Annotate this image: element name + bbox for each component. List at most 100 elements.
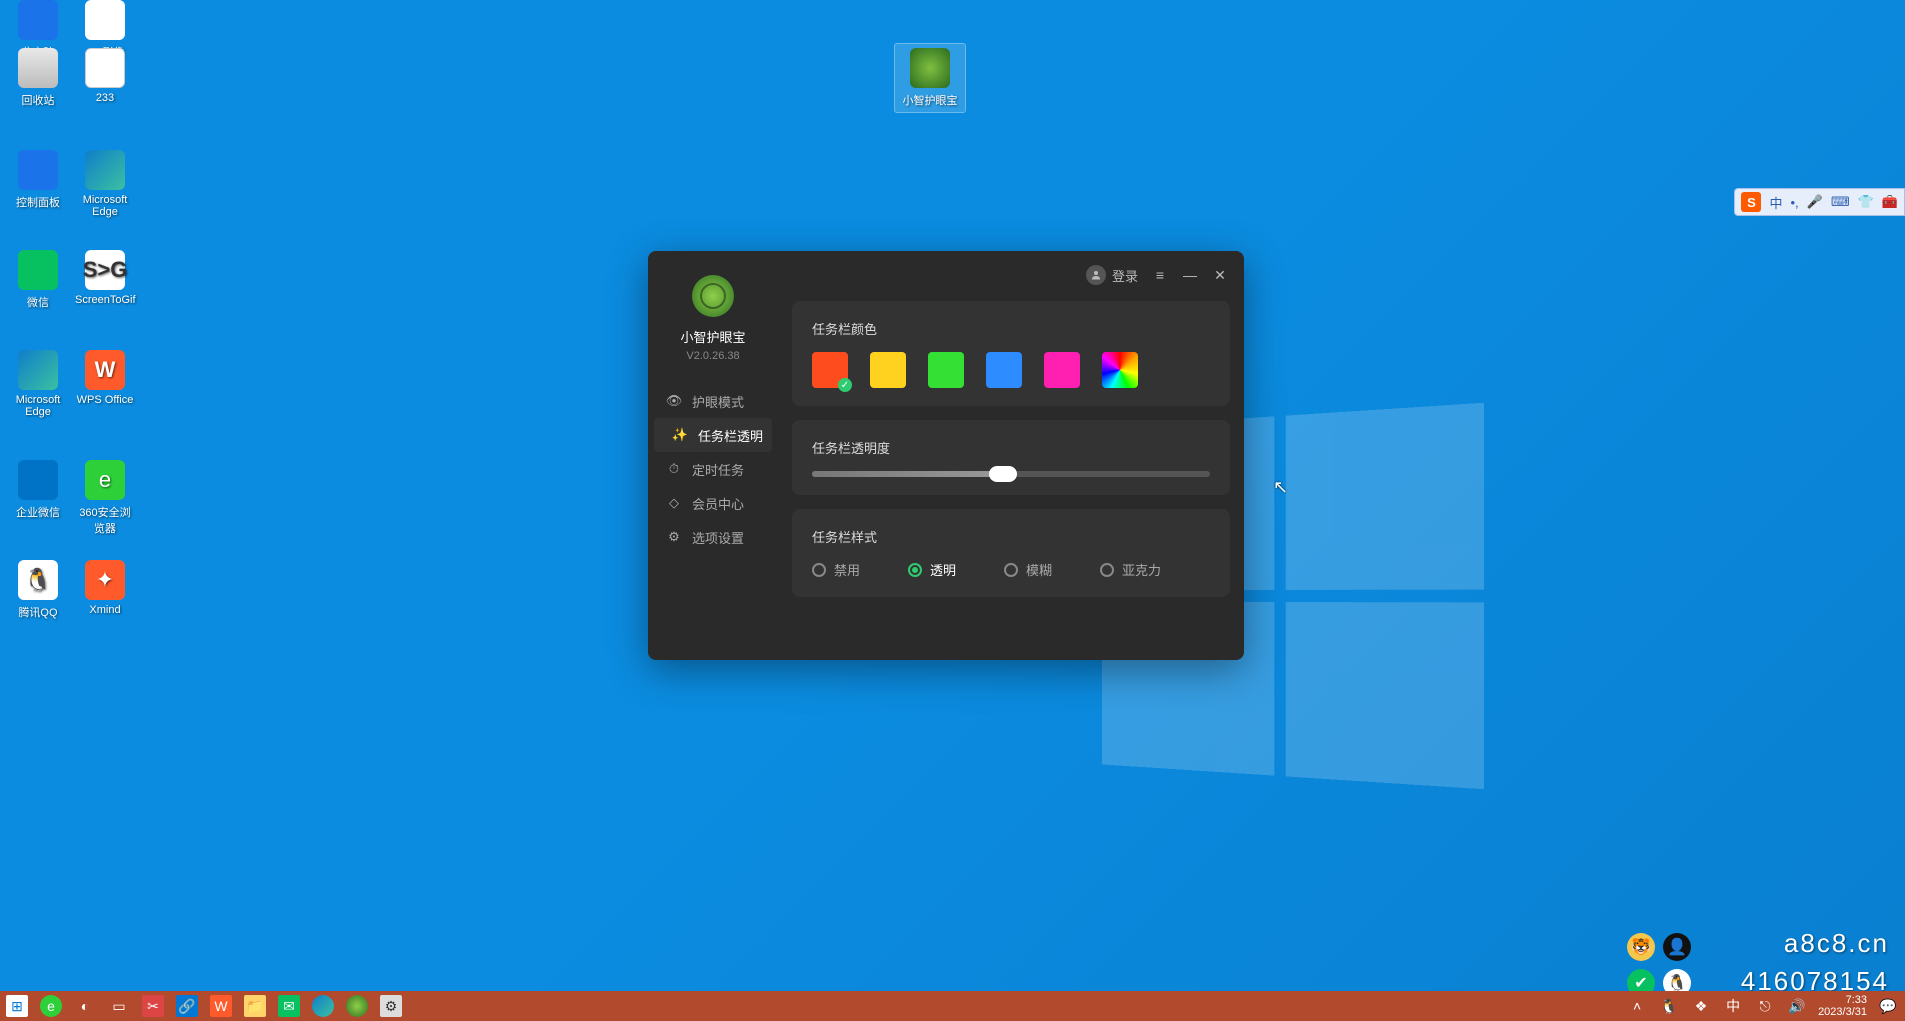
- desktop-icon[interactable]: 233: [75, 48, 135, 104]
- watermark-badge: 🐯: [1627, 933, 1655, 961]
- nav-item-0[interactable]: 👁 护眼模式: [648, 384, 778, 418]
- desktop-icon[interactable]: S>GScreenToGif: [75, 250, 135, 306]
- desktop-icon[interactable]: 回收站: [8, 48, 68, 108]
- desktop-icon[interactable]: 企业微信: [8, 460, 68, 520]
- app-icon: [85, 150, 125, 190]
- desktop-icon-label: 233: [75, 92, 135, 104]
- tray-chevron-up-icon[interactable]: ˄: [1626, 995, 1648, 1017]
- user-icon: [1086, 265, 1106, 285]
- nav-item-3[interactable]: ◇会员中心: [648, 486, 778, 520]
- app-logo-icon: [910, 48, 950, 88]
- color-swatch-1[interactable]: [870, 352, 906, 388]
- desktop-icon-label: Microsoft Edge: [75, 194, 135, 218]
- taskbar-clock[interactable]: 7:33 2023/3/31: [1818, 994, 1867, 1018]
- desktop-icon[interactable]: 🐧 腾讯QQ: [8, 560, 68, 620]
- taskbar-app-360[interactable]: e: [40, 995, 62, 1017]
- taskbar-app-cortana[interactable]: ◐: [74, 995, 96, 1017]
- desktop-icon[interactable]: W WPS Office: [75, 350, 135, 406]
- ime-punct-icon[interactable]: •,: [1791, 195, 1799, 210]
- nav-item-4[interactable]: ⚙选项设置: [648, 520, 778, 554]
- tray-icon[interactable]: ⎋: [1754, 995, 1776, 1017]
- style-radio-3[interactable]: 亚克力: [1100, 560, 1161, 579]
- app-icon: [18, 350, 58, 390]
- app-icon: [18, 150, 58, 190]
- taskbar-app-edge[interactable]: [312, 995, 334, 1017]
- radio-label: 亚克力: [1122, 560, 1161, 579]
- app-icon: [85, 48, 125, 88]
- nav-item-1[interactable]: ✨ 任务栏透明: [654, 418, 772, 452]
- taskbar-app-snip[interactable]: ✂: [142, 995, 164, 1017]
- desktop-icon[interactable]: 微信: [8, 250, 68, 310]
- start-button[interactable]: ⊞: [6, 995, 28, 1017]
- app-icon: S>G: [85, 250, 125, 290]
- watermark-badge: 👤: [1663, 933, 1691, 961]
- style-radio-1[interactable]: 透明: [908, 560, 956, 579]
- nav-icon: ✨: [672, 427, 688, 443]
- section-title: 任务栏样式: [812, 527, 1210, 546]
- taskbar-app-xiaozhi[interactable]: [346, 995, 368, 1017]
- sidebar-nav: 👁 护眼模式✨ 任务栏透明 ⏱定时任务◇会员中心⚙选项设置: [648, 384, 778, 554]
- desktop-icon-xiaozhi[interactable]: 小智护眼宝: [895, 44, 965, 112]
- tray-icon[interactable]: ❖: [1690, 995, 1712, 1017]
- desktop-icon-label: Xmind: [75, 604, 135, 616]
- menu-icon[interactable]: ≡: [1152, 267, 1168, 283]
- opacity-slider[interactable]: [812, 471, 1210, 477]
- ime-skin-icon[interactable]: 👕: [1858, 194, 1874, 210]
- style-radio-2[interactable]: 模糊: [1004, 560, 1052, 579]
- color-swatch-3[interactable]: [986, 352, 1022, 388]
- desktop-icon-label: 小智护眼宝: [899, 92, 961, 108]
- app-icon: [18, 250, 58, 290]
- desktop-icon-label: 腾讯QQ: [8, 604, 68, 620]
- nav-label: 护眼模式: [692, 392, 744, 411]
- ime-tool-icon[interactable]: 🧰: [1882, 194, 1898, 210]
- taskbar-app-wps[interactable]: W: [210, 995, 232, 1017]
- close-icon[interactable]: ✕: [1212, 267, 1228, 284]
- login-button[interactable]: 登录: [1086, 265, 1138, 285]
- nav-label: 任务栏透明: [698, 426, 763, 445]
- tray-volume-icon[interactable]: 🔊: [1786, 995, 1808, 1017]
- tray-icon[interactable]: 🐧: [1658, 995, 1680, 1017]
- color-swatch-4[interactable]: [1044, 352, 1080, 388]
- taskbar-app-explorer[interactable]: 📁: [244, 995, 266, 1017]
- section-taskbar-opacity: 任务栏透明度: [792, 420, 1230, 495]
- section-title: 任务栏透明度: [812, 438, 1210, 457]
- minimize-icon[interactable]: —: [1182, 267, 1198, 283]
- desktop-icon[interactable]: 控制面板: [8, 150, 68, 210]
- taskbar-app-settings[interactable]: ⚙: [380, 995, 402, 1017]
- taskbar-app-taskview[interactable]: ▭: [108, 995, 130, 1017]
- ime-keyboard-icon[interactable]: ⌨: [1831, 194, 1850, 210]
- notifications-icon[interactable]: 💬: [1877, 995, 1899, 1017]
- app-icon: W: [85, 350, 125, 390]
- desktop-icon[interactable]: e360安全浏览器: [75, 460, 135, 536]
- color-swatch-2[interactable]: [928, 352, 964, 388]
- color-swatch-0[interactable]: [812, 352, 848, 388]
- nav-item-2[interactable]: ⏱定时任务: [648, 452, 778, 486]
- desktop-icon-label: Microsoft Edge: [8, 394, 68, 418]
- tray-ime[interactable]: 中: [1722, 995, 1744, 1017]
- slider-thumb[interactable]: [989, 466, 1017, 482]
- taskbar-app-wechat[interactable]: ✉: [278, 995, 300, 1017]
- ime-mic-icon[interactable]: 🎤: [1807, 194, 1823, 210]
- desktop-icon-label: WPS Office: [75, 394, 135, 406]
- app-icon: [18, 460, 58, 500]
- desktop-icon[interactable]: Microsoft Edge: [75, 150, 135, 218]
- desktop-icon[interactable]: Microsoft Edge: [8, 350, 68, 418]
- app-icon: 🐧: [18, 560, 58, 600]
- desktop-icon[interactable]: ✦Xmind: [75, 560, 135, 616]
- app-window: 小智护眼宝 V2.0.26.38 👁护眼模式✨任务栏透明⏱定时任务◇会员中心⚙选…: [648, 251, 1244, 660]
- radio-dot-icon: [1100, 563, 1114, 577]
- nav-icon: ⚙: [666, 529, 682, 545]
- style-radio-0[interactable]: 禁用: [812, 560, 860, 579]
- ime-lang[interactable]: 中: [1769, 193, 1782, 212]
- nav-icon: 👁: [666, 393, 682, 409]
- app-icon: [85, 0, 125, 40]
- desktop-icon-label: 回收站: [8, 92, 68, 108]
- ime-toolbar[interactable]: S 中 •, 🎤 ⌨ 👕 🧰: [1734, 188, 1905, 216]
- taskbar-app-link[interactable]: 🔗: [176, 995, 198, 1017]
- app-sidebar: 小智护眼宝 V2.0.26.38 👁护眼模式✨任务栏透明⏱定时任务◇会员中心⚙选…: [648, 251, 778, 660]
- nav-label: 会员中心: [692, 494, 744, 513]
- section-title: 任务栏颜色: [812, 319, 1210, 338]
- color-swatch-5[interactable]: [1102, 352, 1138, 388]
- app-logo-icon: [692, 275, 734, 317]
- nav-icon: ⏱: [666, 461, 682, 477]
